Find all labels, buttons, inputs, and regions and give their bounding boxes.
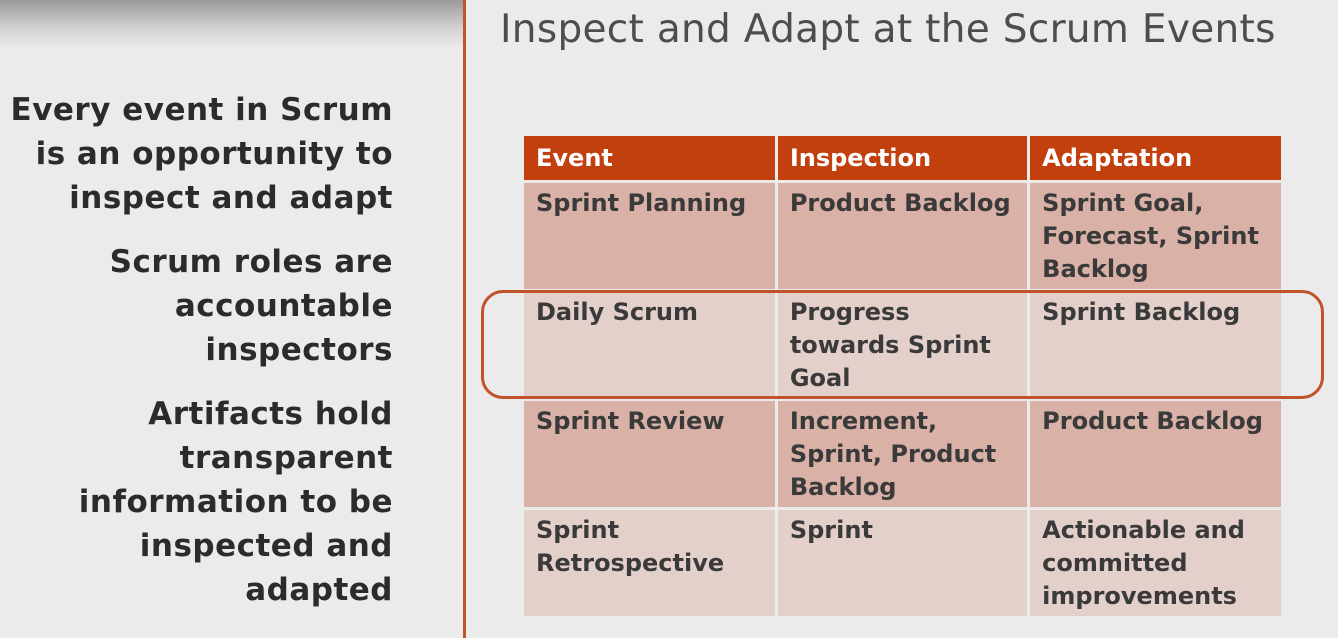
cell-event: Sprint Retrospective: [524, 508, 778, 619]
table-header-row: Event Inspection Adaptation: [524, 136, 1281, 183]
header-adaptation: Adaptation: [1028, 136, 1281, 183]
header-event: Event: [524, 136, 778, 183]
cell-adaptation: Product Backlog: [1028, 399, 1281, 510]
cell-adaptation: Actionable and committed improvements: [1028, 508, 1281, 619]
cell-event: Sprint Review: [524, 399, 778, 510]
table-row: Sprint Review Increment, Sprint, Product…: [524, 399, 1281, 510]
cell-event: Daily Scrum: [524, 290, 778, 401]
top-shade: [0, 0, 465, 48]
vertical-divider: [463, 0, 466, 638]
cell-inspection: Sprint: [776, 508, 1031, 619]
slide-title: Inspect and Adapt at the Scrum Events: [500, 7, 1276, 52]
cell-inspection: Progress towards Sprint Goal: [776, 290, 1031, 401]
left-point-events: Every event in Scrum is an opportunity t…: [10, 92, 393, 216]
cell-event: Sprint Planning: [524, 181, 778, 292]
cell-inspection: Increment, Sprint, Product Backlog: [776, 399, 1031, 510]
left-point-roles: Scrum roles are accountable inspectors: [109, 244, 393, 368]
table-row: Sprint Planning Product Backlog Sprint G…: [524, 181, 1281, 292]
left-panel: Every event in Scrum is an opportunity t…: [0, 88, 393, 632]
cell-adaptation: Sprint Goal, Forecast, Sprint Backlog: [1028, 181, 1281, 292]
table-row: Daily Scrum Progress towards Sprint Goal…: [524, 290, 1281, 401]
header-inspection: Inspection: [776, 136, 1031, 183]
scrum-events-table: Event Inspection Adaptation Sprint Plann…: [524, 136, 1281, 619]
cell-inspection: Product Backlog: [776, 181, 1031, 292]
cell-adaptation: Sprint Backlog: [1028, 290, 1281, 401]
table-row: Sprint Retrospective Sprint Actionable a…: [524, 508, 1281, 619]
left-point-artifacts: Artifacts hold transparent information t…: [78, 396, 393, 608]
